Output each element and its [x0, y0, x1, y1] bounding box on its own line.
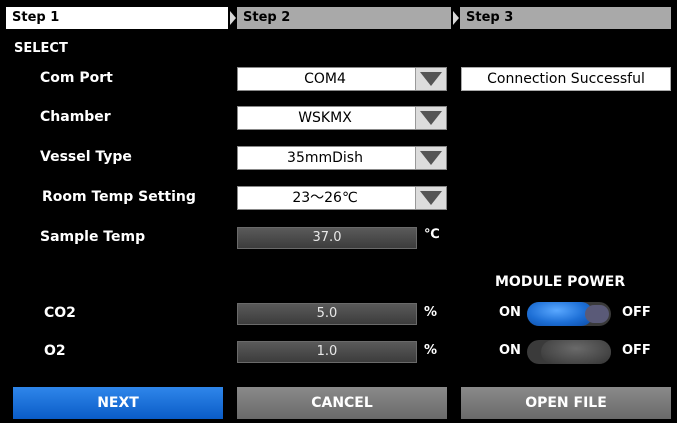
vessel-type-value: 35mmDish — [287, 150, 363, 166]
dropdown-arrow-icon[interactable] — [415, 107, 446, 129]
o2-on-label: ON — [499, 343, 521, 358]
chevron-right-icon — [451, 7, 460, 29]
co2-on-label: ON — [499, 305, 521, 320]
tab-step-1[interactable]: Step 1 — [6, 7, 228, 29]
cancel-button[interactable]: CANCEL — [237, 387, 447, 419]
chamber-value: WSKMX — [298, 110, 352, 126]
chamber-label: Chamber — [40, 109, 111, 125]
o2-label: O2 — [44, 343, 66, 359]
co2-unit: % — [424, 305, 438, 320]
o2-field[interactable]: 1.0 — [237, 341, 417, 363]
toggle-knob — [541, 340, 611, 364]
vessel-type-select[interactable]: 35mmDish — [237, 146, 447, 170]
module-power-title: MODULE POWER — [495, 274, 626, 290]
dropdown-arrow-icon[interactable] — [415, 187, 446, 209]
co2-label: CO2 — [44, 305, 76, 321]
section-title: SELECT — [14, 41, 68, 56]
sample-temp-unit: ℃ — [424, 227, 440, 242]
chevron-right-icon — [228, 7, 237, 29]
tab-step-3[interactable]: Step 3 — [460, 7, 671, 29]
com-port-select[interactable]: COM4 — [237, 67, 447, 91]
connection-status: Connection Successful — [461, 67, 671, 91]
open-file-button[interactable]: OPEN FILE — [461, 387, 671, 419]
toggle-knob — [527, 302, 593, 326]
com-port-value: COM4 — [304, 71, 346, 87]
o2-power-toggle[interactable] — [527, 340, 611, 364]
room-temp-select[interactable]: 23～26℃ — [237, 186, 447, 210]
sample-temp-field[interactable]: 37.0 — [237, 227, 417, 249]
co2-power-toggle[interactable] — [527, 302, 611, 326]
com-port-label: Com Port — [40, 70, 113, 86]
room-temp-label: Room Temp Setting — [42, 189, 196, 205]
vessel-type-label: Vessel Type — [40, 149, 132, 165]
toggle-track-end — [585, 305, 609, 323]
dropdown-arrow-icon[interactable] — [415, 147, 446, 169]
tab-step-2[interactable]: Step 2 — [237, 7, 451, 29]
o2-off-label: OFF — [622, 343, 651, 358]
chamber-select[interactable]: WSKMX — [237, 106, 447, 130]
co2-field[interactable]: 5.0 — [237, 303, 417, 325]
dropdown-arrow-icon[interactable] — [415, 68, 446, 90]
co2-off-label: OFF — [622, 305, 651, 320]
room-temp-value: 23～26℃ — [292, 190, 358, 206]
next-button[interactable]: NEXT — [13, 387, 223, 419]
o2-unit: % — [424, 343, 438, 358]
sample-temp-label: Sample Temp — [40, 229, 146, 245]
